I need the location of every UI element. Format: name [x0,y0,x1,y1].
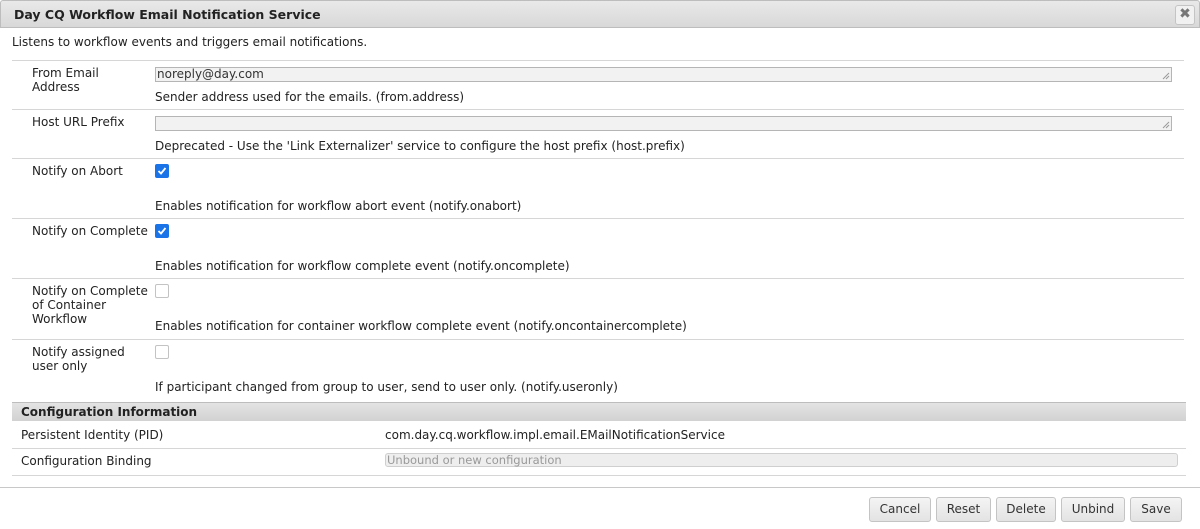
reset-button[interactable]: Reset [936,497,991,522]
checkmark-icon [157,167,167,175]
dialog-titlebar: Day CQ Workflow Email Notification Servi… [0,0,1200,28]
notify-complete-checkbox[interactable] [155,224,169,238]
field-row-from-address: From Email Address noreply@day.com Sende… [12,60,1184,109]
field-label: Notify assigned user only [32,345,125,373]
close-icon[interactable]: ✖ [1175,5,1195,25]
field-help: Enables notification for container workf… [155,319,687,333]
dialog-title: Day CQ Workflow Email Notification Servi… [14,7,321,22]
field-label: From Email Address [32,66,99,94]
pid-row: Persistent Identity (PID) com.day.cq.wor… [12,421,1186,449]
from-address-input[interactable]: noreply@day.com [155,67,1172,82]
unbind-button[interactable]: Unbind [1061,497,1125,522]
field-label: Notify on Abort [32,164,123,178]
field-help: If participant changed from group to use… [155,380,618,394]
pid-value: com.day.cq.workflow.impl.email.EMailNoti… [385,428,725,442]
service-description: Listens to workflow events and triggers … [12,35,368,49]
checkmark-icon [157,227,167,235]
input-value: noreply@day.com [157,67,264,81]
field-row-host-prefix: Host URL Prefix Deprecated - Use the 'Li… [12,109,1184,158]
field-row-notify-abort: Notify on Abort Enables notification for… [12,158,1184,218]
footer-divider [0,487,1200,488]
field-label: Notify on Complete of Container Workflow [32,284,148,326]
binding-row: Configuration Binding Unbound or new con… [12,449,1186,476]
resize-grip-icon[interactable] [1161,120,1170,129]
notify-container-complete-checkbox[interactable] [155,284,169,298]
save-button[interactable]: Save [1130,497,1182,522]
section-title: Configuration Information [21,405,198,419]
pid-label: Persistent Identity (PID) [21,428,164,442]
notify-abort-checkbox[interactable] [155,164,169,178]
binding-field: Unbound or new configuration [385,453,1178,467]
binding-label: Configuration Binding [21,454,152,468]
field-help: Sender address used for the emails. (fro… [155,90,465,104]
config-info-header: Configuration Information [12,402,1186,421]
notify-user-only-checkbox[interactable] [155,345,169,359]
field-label: Notify on Complete [32,224,148,238]
delete-button[interactable]: Delete [996,497,1056,522]
field-row-notify-container-complete: Notify on Complete of Container Workflow… [12,278,1184,339]
cancel-button[interactable]: Cancel [869,497,931,522]
field-help: Enables notification for workflow abort … [155,199,522,213]
field-row-notify-user-only: Notify assigned user only If participant… [12,339,1184,399]
field-label: Host URL Prefix [32,115,125,129]
field-help: Enables notification for workflow comple… [155,259,570,273]
resize-grip-icon[interactable] [1161,71,1170,80]
host-prefix-input[interactable] [155,116,1172,131]
field-row-notify-complete: Notify on Complete Enables notification … [12,218,1184,278]
field-help: Deprecated - Use the 'Link Externalizer'… [155,139,685,153]
